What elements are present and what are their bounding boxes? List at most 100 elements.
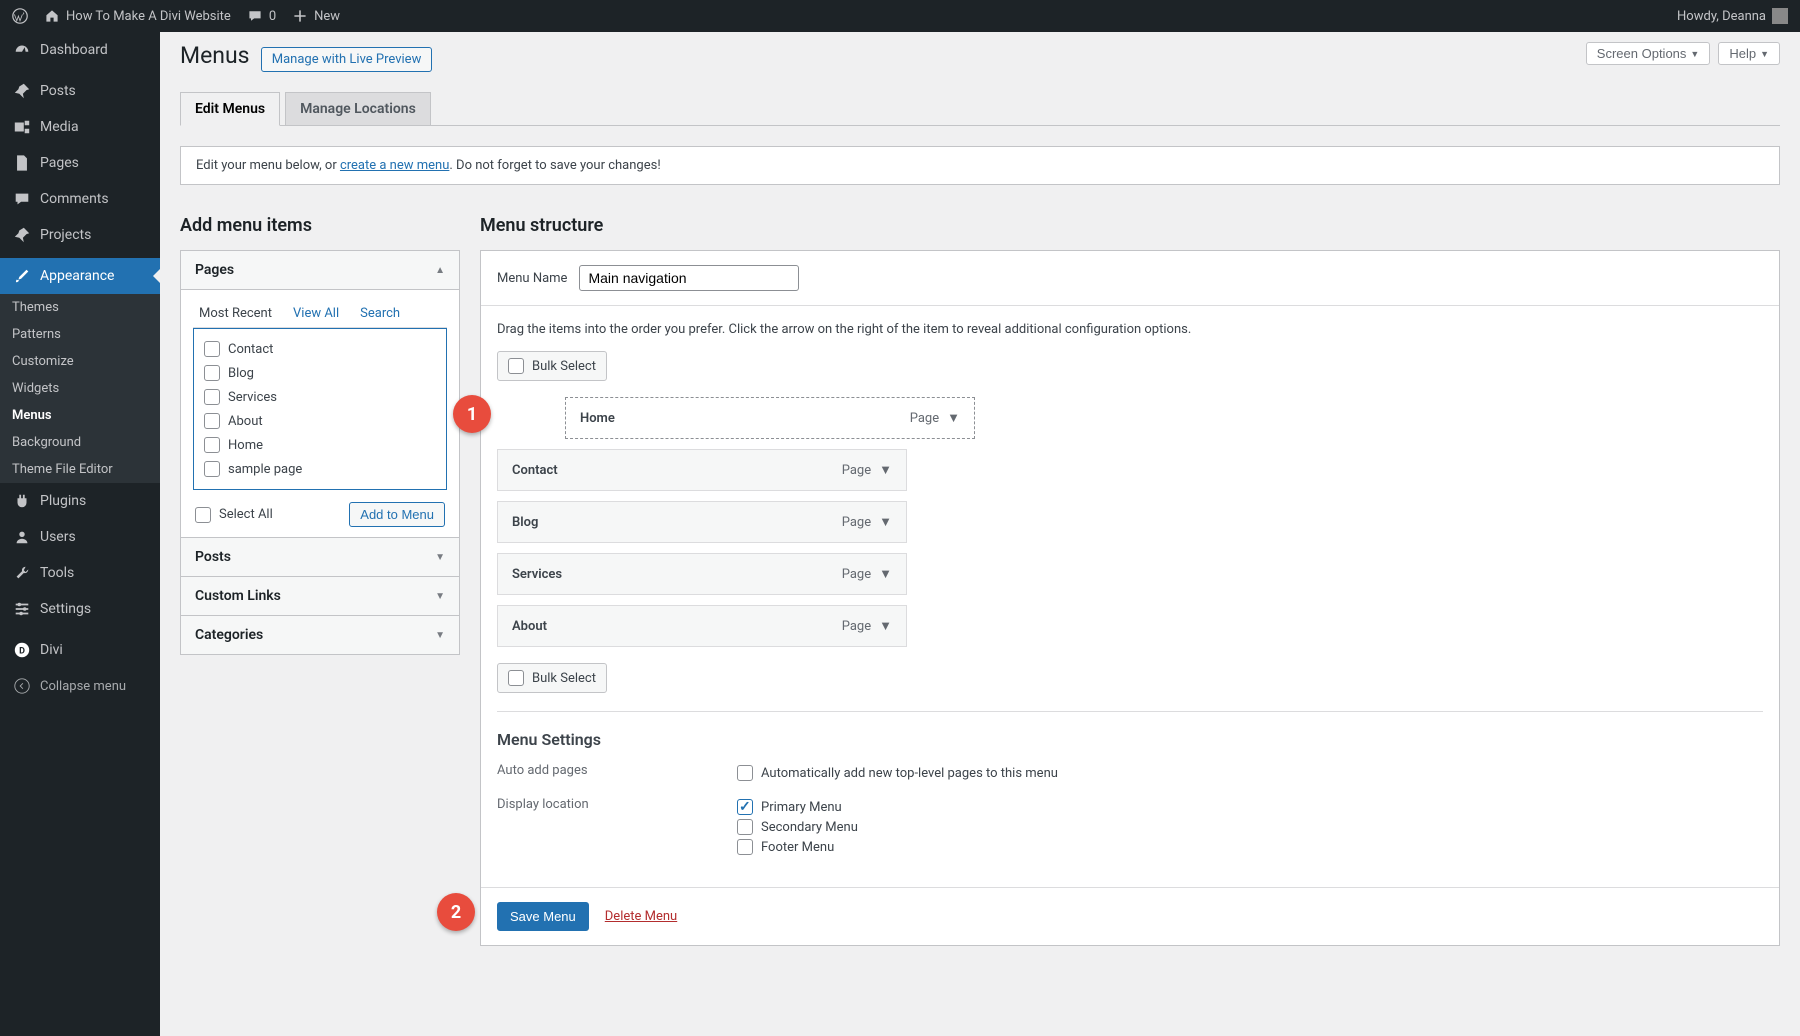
page-label: About [228, 414, 263, 429]
info-notice: Edit your menu below, or create a new me… [180, 146, 1780, 185]
sidebar-item-comments[interactable]: Comments [0, 181, 160, 217]
screen-options-button[interactable]: Screen Options ▼ [1586, 42, 1711, 65]
comment-icon [12, 189, 32, 209]
create-new-menu-link[interactable]: create a new menu [340, 158, 449, 173]
sidebar-item-projects[interactable]: Projects [0, 217, 160, 253]
accordion-posts-head[interactable]: Posts▼ [181, 537, 459, 576]
caret-down-icon[interactable]: ▼ [879, 462, 892, 478]
tab-most-recent[interactable]: Most Recent [196, 300, 275, 327]
bulk-select-top[interactable]: Bulk Select [497, 351, 607, 381]
sidebar-item-label: Users [40, 529, 76, 545]
accordion-categories-head[interactable]: Categories▼ [181, 615, 459, 654]
select-all-checkbox[interactable] [195, 507, 211, 523]
caret-down-icon[interactable]: ▼ [879, 566, 892, 582]
save-menu-button[interactable]: Save Menu [497, 902, 589, 931]
location-secondary[interactable]: Secondary Menu [737, 817, 858, 837]
location-primary[interactable]: Primary Menu [737, 797, 858, 817]
menu-item-blog[interactable]: Blog Page▼ [497, 501, 907, 543]
help-button[interactable]: Help ▼ [1718, 42, 1780, 65]
menu-settings: Menu Settings Auto add pages Automatical… [497, 711, 1763, 857]
page-checkbox[interactable] [204, 461, 220, 477]
new-label: New [314, 9, 340, 24]
bulk-select-bottom[interactable]: Bulk Select [497, 663, 607, 693]
structure-heading: Menu structure [480, 215, 1780, 236]
page-label: Services [228, 390, 277, 405]
page-check-item[interactable]: Contact [200, 337, 440, 361]
user-icon [12, 527, 32, 547]
page-check-item[interactable]: About [200, 409, 440, 433]
sidebar-item-divi[interactable]: DDivi [0, 632, 160, 668]
sub-themes[interactable]: Themes [0, 294, 160, 321]
page-check-item[interactable]: Services [200, 385, 440, 409]
add-to-menu-button[interactable]: Add to Menu [349, 502, 445, 527]
sidebar-item-dashboard[interactable]: Dashboard [0, 32, 160, 68]
tab-view-all[interactable]: View All [290, 300, 342, 327]
sidebar-item-plugins[interactable]: Plugins [0, 483, 160, 519]
sidebar-item-settings[interactable]: Settings [0, 591, 160, 627]
delete-menu-link[interactable]: Delete Menu [605, 909, 677, 924]
sub-patterns[interactable]: Patterns [0, 321, 160, 348]
sub-menus[interactable]: Menus [0, 402, 160, 429]
collapse-icon [12, 676, 32, 696]
sub-customize[interactable]: Customize [0, 348, 160, 375]
sidebar-item-pages[interactable]: Pages [0, 145, 160, 181]
sub-widgets[interactable]: Widgets [0, 375, 160, 402]
auto-add-option[interactable]: Automatically add new top-level pages to… [737, 763, 1058, 783]
location-checkbox[interactable] [737, 819, 753, 835]
sidebar-item-media[interactable]: Media [0, 109, 160, 145]
sub-theme-editor[interactable]: Theme File Editor [0, 456, 160, 483]
caret-down-icon[interactable]: ▼ [947, 410, 960, 426]
avatar [1772, 8, 1788, 24]
sidebar-item-tools[interactable]: Tools [0, 555, 160, 591]
sidebar-item-users[interactable]: Users [0, 519, 160, 555]
user-greeting[interactable]: Howdy, Deanna [1677, 8, 1788, 24]
sidebar-item-posts[interactable]: Posts [0, 73, 160, 109]
page-checkbox[interactable] [204, 365, 220, 381]
comments-link[interactable]: 0 [247, 8, 276, 24]
instructions: Drag the items into the order you prefer… [497, 322, 1763, 337]
menu-item-contact[interactable]: Contact Page▼ [497, 449, 907, 491]
caret-down-icon[interactable]: ▼ [879, 618, 892, 634]
option-label: Secondary Menu [761, 820, 858, 835]
page-checkbox[interactable] [204, 413, 220, 429]
collapse-menu[interactable]: Collapse menu [0, 668, 160, 704]
caret-down-icon[interactable]: ▼ [879, 514, 892, 530]
page-check-item[interactable]: Home [200, 433, 440, 457]
appearance-submenu: Themes Patterns Customize Widgets Menus … [0, 294, 160, 483]
page-checkbox[interactable] [204, 341, 220, 357]
accordion-pages-head[interactable]: Pages▲ [181, 251, 459, 290]
location-checkbox[interactable] [737, 799, 753, 815]
sub-background[interactable]: Background [0, 429, 160, 456]
tab-manage-locations[interactable]: Manage Locations [285, 92, 431, 125]
tab-search[interactable]: Search [357, 300, 403, 327]
bulk-checkbox[interactable] [508, 358, 524, 374]
wp-logo[interactable] [12, 8, 28, 24]
sliders-icon [12, 599, 32, 619]
sidebar-item-label: Pages [40, 155, 79, 171]
page-check-item[interactable]: Blog [200, 361, 440, 385]
site-name-link[interactable]: How To Make A Divi Website [44, 8, 231, 24]
page-checkbox[interactable] [204, 437, 220, 453]
auto-add-checkbox[interactable] [737, 765, 753, 781]
menu-name-input[interactable] [579, 265, 799, 291]
pages-checklist: Contact Blog Services About Home sample … [193, 328, 447, 490]
location-checkbox[interactable] [737, 839, 753, 855]
menu-item-type: Page▼ [842, 618, 892, 634]
menu-item-about[interactable]: About Page▼ [497, 605, 907, 647]
accordion-title: Pages [195, 262, 234, 278]
bulk-checkbox[interactable] [508, 670, 524, 686]
media-icon [12, 117, 32, 137]
select-all[interactable]: Select All [195, 507, 273, 523]
accordion-custom-links-head[interactable]: Custom Links▼ [181, 576, 459, 615]
new-link[interactable]: New [292, 8, 340, 24]
menu-name-label: Menu Name [497, 271, 567, 286]
add-items-accordion: Pages▲ Most Recent View All Search Conta… [180, 250, 460, 655]
tab-edit-menus[interactable]: Edit Menus [180, 92, 280, 126]
location-footer[interactable]: Footer Menu [737, 837, 858, 857]
page-checkbox[interactable] [204, 389, 220, 405]
menu-item-home[interactable]: Home Page▼ [565, 397, 975, 439]
manage-live-preview-button[interactable]: Manage with Live Preview [261, 47, 433, 72]
page-check-item[interactable]: sample page [200, 457, 440, 481]
sidebar-item-appearance[interactable]: Appearance [0, 258, 160, 294]
menu-item-services[interactable]: Services Page▼ [497, 553, 907, 595]
